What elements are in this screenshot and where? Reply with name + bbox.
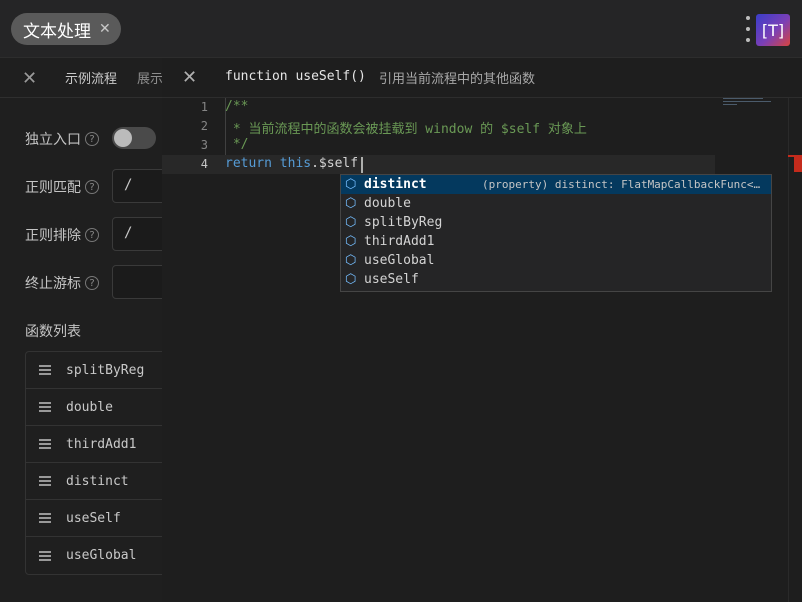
stop-cursor-row: 终止游标 ? bbox=[25, 273, 99, 293]
property-cube-icon: ⬡ bbox=[345, 176, 357, 192]
line-number-active: 4 bbox=[200, 157, 208, 171]
more-menu-icon[interactable] bbox=[744, 16, 752, 42]
suggestion-item[interactable]: ⬡ useGlobal bbox=[341, 251, 771, 270]
property-cube-icon: ⬡ bbox=[345, 233, 357, 249]
suggestion-item[interactable]: ⬡ useSelf bbox=[341, 270, 771, 289]
property-cube-icon: ⬡ bbox=[345, 271, 357, 287]
code-editor-panel: ✕ function useSelf() 引用当前流程中的其他函数 1 2 3 … bbox=[162, 58, 802, 602]
document-tab[interactable]: 文本处理 ✕ bbox=[11, 13, 121, 45]
function-description: 引用当前流程中的其他函数 bbox=[379, 72, 536, 87]
flow-settings-panel: ✕ 示例流程 展示 独立入口 ? 正则匹配 ? / 正则排除 ? / 终止游标 … bbox=[0, 58, 175, 602]
document-title: 文本处理 bbox=[23, 21, 91, 42]
toggle-knob bbox=[114, 129, 132, 147]
help-icon[interactable]: ? bbox=[85, 276, 99, 290]
close-editor-icon[interactable]: ✕ bbox=[182, 67, 197, 88]
list-item[interactable]: thirdAdd1 bbox=[26, 426, 174, 463]
help-icon[interactable]: ? bbox=[85, 180, 99, 194]
close-document-icon[interactable]: ✕ bbox=[99, 22, 111, 36]
function-name: double bbox=[66, 399, 113, 415]
suggestion-item[interactable]: ⬡ splitByReg bbox=[341, 213, 771, 232]
code-line-3[interactable]: */ bbox=[225, 137, 249, 152]
autocomplete-popup: ⬡ distinct (property) distinct: FlatMapC… bbox=[340, 174, 772, 292]
function-signature: function useSelf() bbox=[225, 69, 366, 84]
drag-handle-icon[interactable] bbox=[39, 365, 51, 375]
function-name: thirdAdd1 bbox=[66, 436, 137, 452]
member-access: .$self. bbox=[311, 156, 366, 171]
function-list: splitByReg double thirdAdd1 distinct use… bbox=[25, 351, 175, 575]
top-bar: 文本处理 ✕ [T] bbox=[0, 0, 802, 58]
suggestion-label: splitByReg bbox=[364, 215, 443, 230]
regex-exclude-row: 正则排除 ? bbox=[25, 225, 99, 245]
line-number: 2 bbox=[200, 119, 208, 133]
drag-handle-icon[interactable] bbox=[39, 402, 51, 412]
close-icon[interactable]: ✕ bbox=[22, 68, 37, 89]
tab-display[interactable]: 展示 bbox=[137, 68, 163, 87]
help-icon[interactable]: ? bbox=[85, 132, 99, 146]
function-name: splitByReg bbox=[66, 362, 145, 378]
tab-example-flow[interactable]: 示例流程 bbox=[65, 68, 117, 87]
regex-match-label: 正则匹配 bbox=[25, 180, 81, 196]
stop-cursor-label: 终止游标 bbox=[25, 276, 81, 292]
code-line-1[interactable]: /** bbox=[225, 99, 248, 114]
list-item[interactable]: useGlobal bbox=[26, 537, 174, 574]
suggestion-label: useSelf bbox=[364, 272, 419, 287]
vertical-scrollbar[interactable] bbox=[788, 98, 802, 602]
line-number: 3 bbox=[200, 138, 208, 152]
text-caret bbox=[361, 157, 363, 173]
list-item[interactable]: double bbox=[26, 389, 174, 426]
property-cube-icon: ⬡ bbox=[345, 195, 357, 211]
code-line-2[interactable]: * 当前流程中的函数会被挂载到 window 的 $self 对象上 bbox=[225, 118, 587, 137]
drag-handle-icon[interactable] bbox=[39, 550, 51, 561]
regex-match-row: 正则匹配 ? bbox=[25, 177, 99, 197]
line-number: 1 bbox=[200, 100, 208, 114]
drag-handle-icon[interactable] bbox=[39, 513, 51, 523]
property-cube-icon: ⬡ bbox=[345, 214, 357, 230]
function-name: useGlobal bbox=[66, 548, 137, 563]
suggestion-item[interactable]: ⬡ double bbox=[341, 194, 771, 213]
help-icon[interactable]: ? bbox=[85, 228, 99, 242]
code-line-4[interactable]: return this.$self. bbox=[225, 156, 366, 171]
standalone-entry-label: 独立入口 bbox=[25, 132, 81, 148]
app-logo: [T] bbox=[756, 14, 790, 46]
left-tab-bar: ✕ 示例流程 展示 bbox=[0, 58, 163, 98]
editor-header: ✕ function useSelf() 引用当前流程中的其他函数 bbox=[162, 58, 802, 98]
drag-handle-icon[interactable] bbox=[39, 476, 51, 486]
function-name: useSelf bbox=[66, 510, 121, 526]
suggestion-label: useGlobal bbox=[364, 253, 435, 268]
standalone-entry-row: 独立入口 ? bbox=[25, 129, 99, 149]
function-name: distinct bbox=[66, 473, 129, 489]
regex-exclude-label: 正则排除 bbox=[25, 228, 81, 244]
suggestion-item[interactable]: ⬡ thirdAdd1 bbox=[341, 232, 771, 251]
suggestion-detail: (property) distinct: FlatMapCallbackFunc… bbox=[482, 178, 761, 191]
keyword-this: this bbox=[279, 156, 312, 171]
list-item[interactable]: useSelf bbox=[26, 500, 174, 537]
keyword-return: return bbox=[225, 156, 272, 171]
function-list-title: 函数列表 bbox=[25, 324, 81, 340]
property-cube-icon: ⬡ bbox=[345, 252, 357, 268]
suggestion-label: double bbox=[364, 196, 411, 211]
standalone-entry-toggle[interactable] bbox=[112, 127, 156, 149]
list-item[interactable]: splitByReg bbox=[26, 352, 174, 389]
list-item[interactable]: distinct bbox=[26, 463, 174, 500]
error-marker bbox=[794, 155, 802, 172]
suggestion-label: distinct bbox=[364, 177, 427, 192]
drag-handle-icon[interactable] bbox=[39, 439, 51, 449]
minimap[interactable] bbox=[723, 96, 771, 106]
suggestion-label: thirdAdd1 bbox=[364, 234, 435, 249]
suggestion-item-selected[interactable]: ⬡ distinct (property) distinct: FlatMapC… bbox=[341, 175, 771, 194]
